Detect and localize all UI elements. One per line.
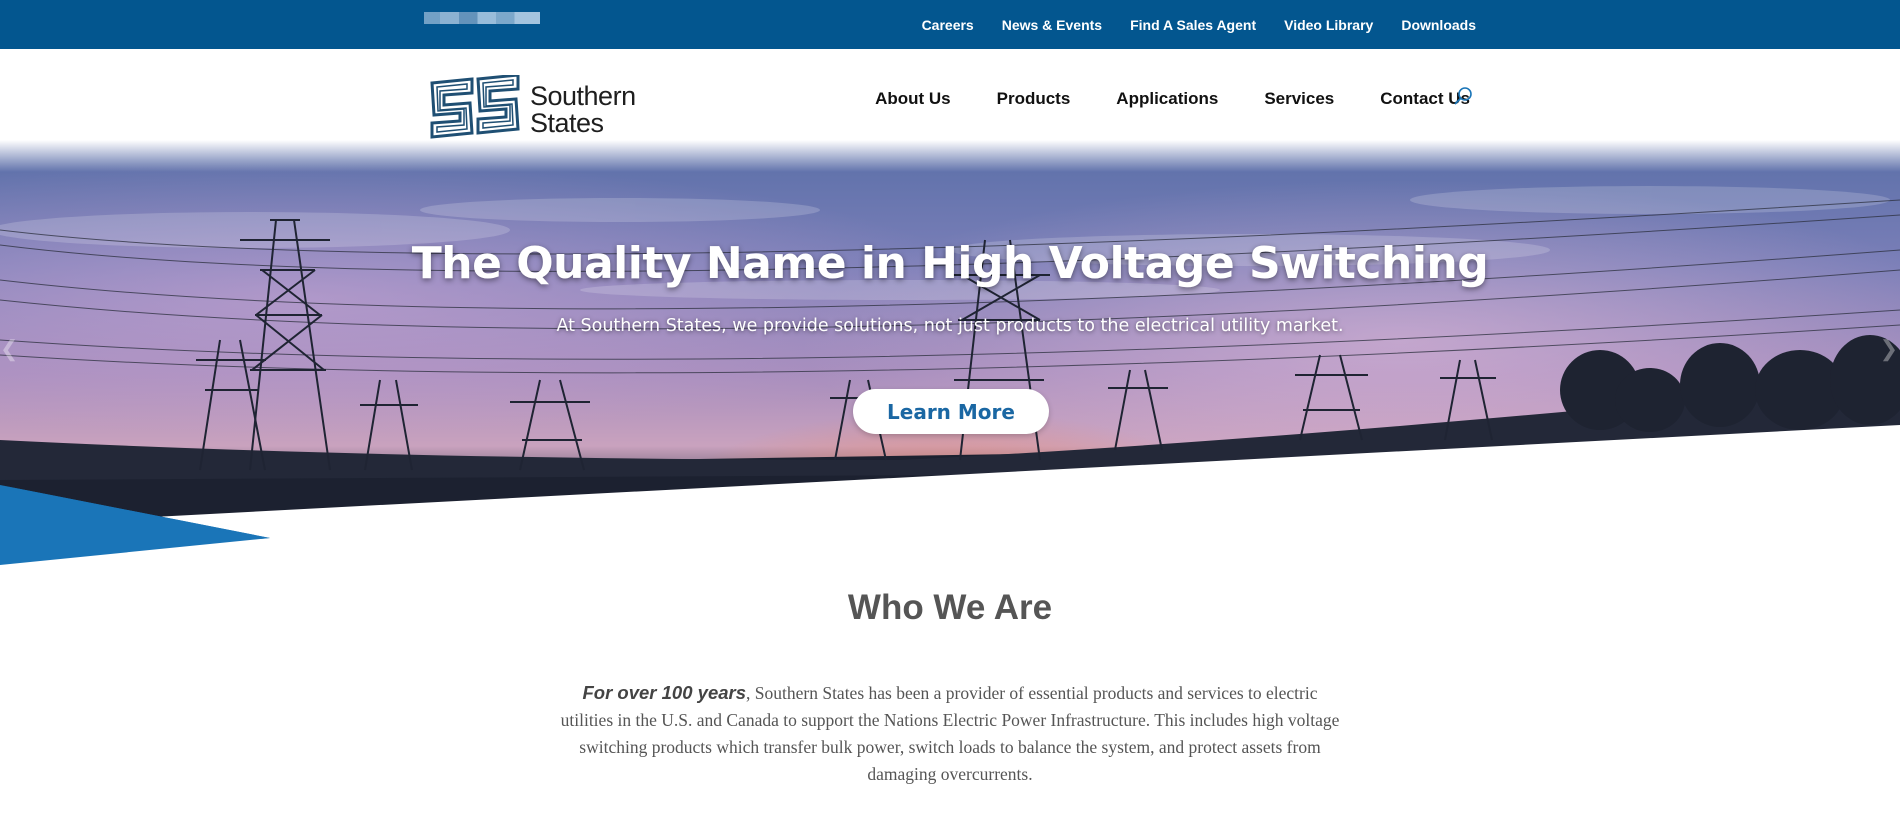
- primary-nav: About Us Products Applications Services …: [829, 89, 1470, 109]
- about-paragraph: For over 100 years, Southern States has …: [555, 679, 1345, 788]
- top-utility-bar: Careers News & Events Find A Sales Agent…: [0, 0, 1900, 49]
- learn-more-button[interactable]: Learn More: [853, 389, 1049, 434]
- utility-link-news-events[interactable]: News & Events: [1002, 17, 1102, 33]
- search-icon: [1454, 87, 1472, 105]
- section-title-who-we-are: Who We Are: [847, 588, 1053, 627]
- hero-subtitle: At Southern States, we provide solutions…: [556, 316, 1344, 336]
- main-header: Southern States About Us Products Applic…: [0, 49, 1900, 145]
- utility-link-video-library[interactable]: Video Library: [1284, 17, 1373, 33]
- hero-background-image: [0, 186, 1900, 565]
- nav-applications[interactable]: Applications: [1116, 89, 1218, 109]
- logo-line-1: Southern: [530, 81, 636, 111]
- utility-link-downloads[interactable]: Downloads: [1401, 17, 1476, 33]
- hero-title: The Quality Name in High Voltage Switchi…: [411, 238, 1489, 289]
- slider-next-arrow-icon[interactable]: ❯: [1880, 336, 1898, 362]
- utility-link-find-sales-agent[interactable]: Find A Sales Agent: [1130, 17, 1256, 33]
- search-button[interactable]: [1452, 85, 1476, 109]
- utility-nav: Careers News & Events Find A Sales Agent…: [894, 0, 1476, 49]
- hero-banner: The Quality Name in High Voltage Switchi…: [0, 140, 1900, 565]
- logo-line-2: States: [530, 108, 604, 138]
- nav-products[interactable]: Products: [997, 89, 1071, 109]
- nav-about-us[interactable]: About Us: [875, 89, 951, 109]
- slider-prev-arrow-icon[interactable]: ❮: [0, 336, 18, 362]
- logo-mark-icon: [430, 75, 520, 139]
- redacted-contact-info: [424, 12, 540, 24]
- about-lead: For over 100 years: [582, 682, 747, 703]
- site-logo[interactable]: Southern States: [428, 75, 636, 145]
- logo-wordmark: Southern States: [530, 83, 636, 137]
- utility-link-careers[interactable]: Careers: [922, 17, 974, 33]
- nav-services[interactable]: Services: [1264, 89, 1334, 109]
